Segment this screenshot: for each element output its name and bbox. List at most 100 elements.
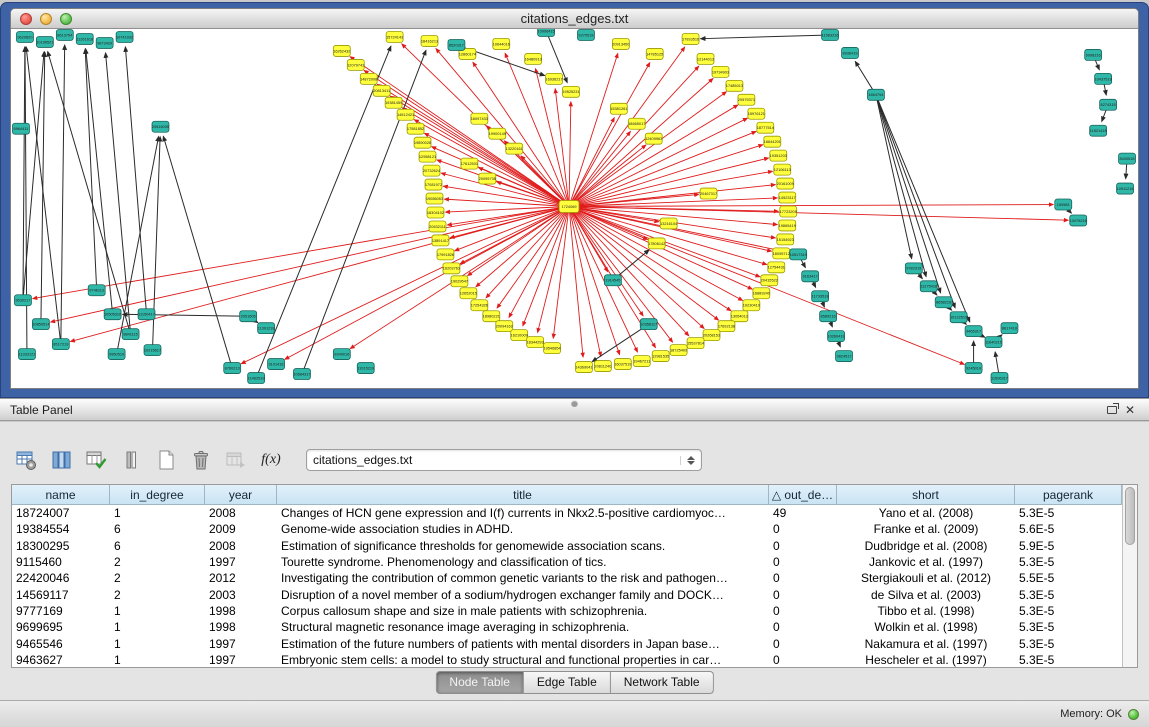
graph-node[interactable]: 9620820	[16, 31, 33, 42]
cell-in-degree[interactable]: 1	[110, 604, 205, 618]
minimize-window-button[interactable]	[40, 13, 52, 25]
graph-node[interactable]: 11391218	[258, 323, 275, 334]
cell-out-degree[interactable]: 0	[769, 522, 837, 536]
graph-node[interactable]: 12144013	[697, 53, 714, 64]
graph-node[interactable]: 19029547	[451, 276, 468, 287]
graph-node[interactable]: 10684317	[293, 369, 310, 380]
graph-node[interactable]: 13054012	[731, 311, 748, 322]
cell-short[interactable]: Dudbridge et al. (2008)	[837, 539, 1015, 553]
graph-node[interactable]: 159581	[1055, 199, 1072, 210]
graph-node[interactable]: 15537814	[687, 338, 705, 349]
graph-node[interactable]: 16210009	[511, 330, 528, 341]
cell-title[interactable]: Disruption of a novel member of a sodium…	[277, 588, 769, 602]
delete-table-button[interactable]	[187, 446, 215, 474]
graph-node[interactable]: 10437519	[1095, 73, 1112, 84]
column-header-in-degree[interactable]: in_degree	[110, 485, 205, 505]
show-columns-button[interactable]	[47, 446, 75, 474]
select-rows-button[interactable]	[117, 446, 145, 474]
graph-node[interactable]: 20268153	[703, 330, 720, 341]
graph-hub-node[interactable]: 1724069	[559, 201, 579, 213]
cell-title[interactable]: Structural magnetic resonance image aver…	[277, 620, 769, 634]
graph-node[interactable]: 1914545	[604, 275, 621, 286]
graph-node[interactable]: 11733518	[812, 291, 829, 302]
graph-node[interactable]: 10911216	[1117, 183, 1134, 194]
network-titlebar[interactable]: citations_edges.txt	[11, 9, 1138, 29]
float-panel-button[interactable]	[1103, 402, 1121, 418]
zoom-window-button[interactable]	[60, 13, 72, 25]
graph-node[interactable]: 19546854	[543, 343, 561, 354]
graph-node[interactable]: 15154923	[777, 234, 794, 245]
cell-title[interactable]: Embryonic stem cells: a model to study s…	[277, 653, 769, 667]
cell-pagerank[interactable]: 5.3E-5	[1015, 620, 1122, 634]
graph-node[interactable]: 11462519	[248, 373, 265, 384]
cell-name[interactable]: 19384554	[12, 522, 110, 536]
table-row[interactable]: 946362711997Embryonic stem cells: a mode…	[12, 652, 1122, 667]
graph-node[interactable]: 9873429	[96, 37, 113, 48]
cell-year[interactable]: 1997	[205, 555, 277, 569]
graph-node[interactable]: 12106113	[774, 164, 791, 175]
cell-name[interactable]: 9115460	[12, 555, 110, 569]
graph-node[interactable]: 20161009	[777, 178, 794, 189]
graph-node[interactable]: 10196521	[36, 36, 53, 47]
graph-node[interactable]: 17485013	[726, 80, 743, 91]
graph-edge[interactable]	[569, 79, 713, 207]
graph-node[interactable]: 10122519	[950, 312, 967, 323]
graph-node[interactable]: 9465317	[965, 326, 982, 337]
graph-node[interactable]: 10850514	[32, 319, 50, 330]
graph-node[interactable]: 20099735	[479, 173, 496, 184]
cell-out-degree[interactable]: 0	[769, 555, 837, 569]
graph-node[interactable]: 11150417	[138, 309, 155, 320]
graph-node[interactable]: 19644016	[493, 38, 510, 49]
column-header-short[interactable]: short	[837, 485, 1015, 505]
close-panel-button[interactable]: ✕	[1121, 402, 1139, 418]
graph-node[interactable]: 15724143	[386, 31, 403, 42]
cell-pagerank[interactable]: 5.3E-5	[1015, 588, 1122, 602]
graph-node[interactable]: 20579371	[738, 94, 755, 105]
table-row[interactable]: 1830029562008Estimation of significance …	[12, 538, 1122, 554]
cell-out-degree[interactable]: 0	[769, 653, 837, 667]
graph-node[interactable]: 18777514	[757, 122, 775, 133]
cell-in-degree[interactable]: 6	[110, 539, 205, 553]
column-header-out-degree[interactable]: △ out_de…	[769, 485, 837, 505]
cell-in-degree[interactable]: 2	[110, 588, 205, 602]
graph-node[interactable]: 11015219	[357, 363, 374, 374]
table-row[interactable]: 2242004622012Investigating the contribut…	[12, 570, 1122, 586]
graph-edge[interactable]	[33, 207, 569, 299]
cell-out-degree[interactable]: 0	[769, 620, 837, 634]
tab-edge-table[interactable]: Edge Table	[524, 671, 611, 694]
graph-node[interactable]: 12981535	[652, 351, 669, 362]
cell-title[interactable]: Tourette syndrome. Phenomenology and cla…	[277, 555, 769, 569]
graph-node[interactable]: 9824517	[836, 351, 853, 362]
cell-year[interactable]: 1997	[205, 653, 277, 667]
tab-node-table[interactable]: Node Table	[435, 671, 524, 694]
graph-node[interactable]: 17254326	[471, 300, 488, 311]
cell-title[interactable]: Corpus callosum shape and size in male p…	[277, 604, 769, 618]
cell-year[interactable]: 2012	[205, 571, 277, 585]
cell-short[interactable]: Hescheler et al. (1997)	[837, 653, 1015, 667]
graph-edge[interactable]	[85, 49, 96, 290]
scrollbar-thumb[interactable]	[1125, 487, 1135, 545]
cell-year[interactable]: 1997	[205, 637, 277, 651]
graph-edge[interactable]	[390, 96, 569, 206]
cell-short[interactable]: Nakamura et al. (1997)	[837, 637, 1015, 651]
cell-short[interactable]: de Silva et al. (2003)	[837, 588, 1015, 602]
edit-table-button[interactable]	[82, 446, 110, 474]
graph-node[interactable]: 19890028	[414, 137, 431, 148]
graph-edge[interactable]	[256, 46, 391, 378]
graph-node[interactable]: 19734903	[712, 66, 729, 77]
graph-node[interactable]: 17933516	[682, 33, 699, 44]
graph-node[interactable]: 9270518	[577, 29, 594, 40]
graph-node[interactable]: 10260419	[827, 331, 844, 342]
graph-node[interactable]: 9349016	[333, 349, 350, 360]
graph-node[interactable]: 18344293	[527, 337, 544, 348]
cell-in-degree[interactable]: 6	[110, 522, 205, 536]
cell-out-degree[interactable]: 0	[769, 571, 837, 585]
table-row[interactable]: 946554611997Estimation of the future num…	[12, 635, 1122, 651]
cell-pagerank[interactable]: 5.5E-5	[1015, 571, 1122, 585]
graph-node[interactable]: 18095712	[773, 248, 790, 259]
graph-node[interactable]: 9782315	[905, 263, 922, 274]
graph-node[interactable]: 10215617	[144, 345, 161, 356]
cell-out-degree[interactable]: 0	[769, 604, 837, 618]
graph-edge[interactable]	[569, 102, 571, 207]
table-row[interactable]: 1456911722003Disruption of a novel membe…	[12, 586, 1122, 602]
